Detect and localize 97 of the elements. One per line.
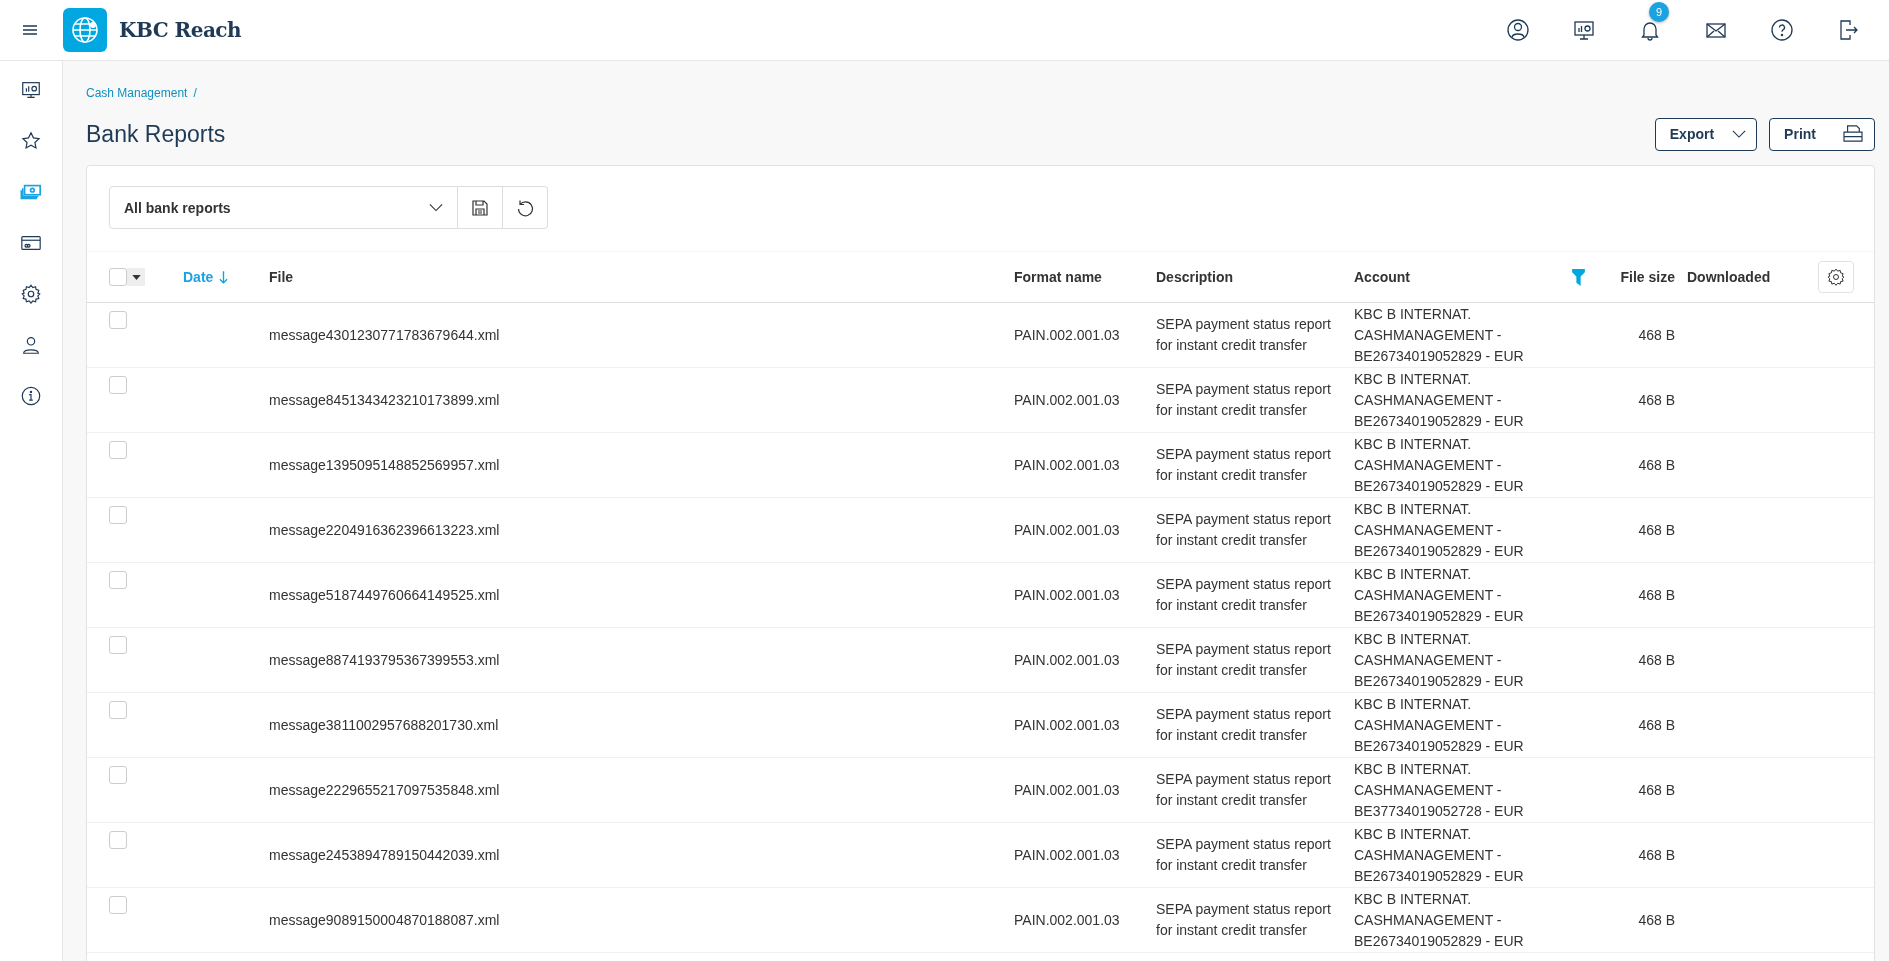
- filter-icon[interactable]: [1572, 268, 1585, 286]
- sort-arrow-icon: [219, 270, 229, 284]
- file-size: 468 B: [1638, 717, 1675, 733]
- description-text: SEPA payment status report for instant credit transfer: [1156, 835, 1332, 875]
- info-icon[interactable]: [20, 385, 42, 407]
- format-name: PAIN.002.001.03: [1014, 457, 1120, 473]
- dashboard-icon[interactable]: [1572, 18, 1596, 42]
- format-name: PAIN.002.001.03: [1014, 327, 1120, 343]
- export-button[interactable]: Export: [1654, 117, 1758, 151]
- save-button[interactable]: [458, 186, 503, 229]
- file-size: 468 B: [1638, 912, 1675, 928]
- account-text: KBC B INTERNAT. CASHMANAGEMENT - BE26734019052829 - EUR: [1354, 369, 1524, 431]
- row-checkbox[interactable]: [109, 506, 127, 524]
- globe-logo-icon[interactable]: [63, 8, 107, 52]
- page-title: Bank Reports: [86, 120, 227, 148]
- file-size: 468 B: [1638, 457, 1675, 473]
- view-select[interactable]: All bank reports: [109, 186, 458, 229]
- file-name[interactable]: message8874193795367399553.xml: [269, 652, 500, 668]
- description-text: SEPA payment status report for instant credit transfer: [1156, 445, 1332, 485]
- row-checkbox[interactable]: [109, 311, 127, 329]
- user-icon[interactable]: [20, 334, 42, 356]
- account-text: KBC B INTERNAT. CASHMANAGEMENT - BE26734019052829 - EUR: [1354, 434, 1524, 496]
- description-text: SEPA payment status report for instant credit transfer: [1156, 380, 1332, 420]
- description-text: SEPA payment status report for instant credit transfer: [1156, 315, 1332, 355]
- file-name[interactable]: message8451343423210173899.xml: [269, 392, 500, 408]
- column-header[interactable]: File: [269, 269, 294, 285]
- format-name: PAIN.002.001.03: [1014, 717, 1120, 733]
- user-icon[interactable]: [1506, 18, 1530, 42]
- description-text: SEPA payment status report for instant credit transfer: [1156, 705, 1332, 745]
- reset-button[interactable]: [503, 186, 548, 229]
- breadcrumb-separator: /: [193, 86, 197, 100]
- format-name: PAIN.002.001.03: [1014, 652, 1120, 668]
- account-text: KBC B INTERNAT. CASHMANAGEMENT - BE37734019052728 - EUR: [1354, 759, 1524, 821]
- row-checkbox[interactable]: [109, 571, 127, 589]
- file-name[interactable]: message4301230771783679644.xml: [269, 327, 500, 343]
- gear-icon: [1826, 267, 1846, 287]
- dashboard-icon[interactable]: [20, 79, 42, 101]
- description-text: SEPA payment status report for instant credit transfer: [1156, 510, 1332, 550]
- settings-icon[interactable]: [20, 283, 42, 305]
- account-text: KBC B INTERNAT. CASHMANAGEMENT - BE26734019052829 - EUR: [1354, 564, 1524, 626]
- description-text: SEPA payment status report for instant credit transfer: [1156, 770, 1332, 810]
- row-checkbox[interactable]: [109, 896, 127, 914]
- select-menu-button[interactable]: [127, 268, 145, 286]
- file-name[interactable]: message3811002957688201730.xml: [269, 717, 499, 733]
- table-settings-button[interactable]: [1818, 261, 1854, 293]
- file-name[interactable]: message5187449760664149525.xml: [269, 587, 500, 603]
- description-text: SEPA payment status report for instant credit transfer: [1156, 575, 1332, 615]
- app-name: KBC Reach: [119, 18, 242, 42]
- account-text: KBC B INTERNAT. CASHMANAGEMENT - BE26734019052829 - EUR: [1354, 499, 1524, 561]
- file-name[interactable]: message1395095148852569957.xml: [269, 457, 500, 473]
- format-name: PAIN.002.001.03: [1014, 912, 1120, 928]
- format-name: PAIN.002.001.03: [1014, 522, 1120, 538]
- row-checkbox[interactable]: [109, 636, 127, 654]
- row-checkbox[interactable]: [109, 766, 127, 784]
- file-size: 468 B: [1638, 392, 1675, 408]
- account-text: KBC B INTERNAT. CASHMANAGEMENT - BE26734019052829 - EUR: [1354, 889, 1524, 951]
- row-checkbox[interactable]: [109, 701, 127, 719]
- chevron-down-icon: [1732, 129, 1747, 139]
- star-icon[interactable]: [20, 130, 42, 152]
- file-name[interactable]: message2229655217097535848.xml: [269, 782, 500, 798]
- format-name: PAIN.002.001.03: [1014, 392, 1120, 408]
- file-size: 468 B: [1638, 847, 1675, 863]
- account-text: KBC B INTERNAT. CASHMANAGEMENT - BE26734019052829 - EUR: [1354, 694, 1524, 756]
- column-header[interactable]: File size: [1620, 269, 1675, 285]
- description-text: SEPA payment status report for instant credit transfer: [1156, 640, 1332, 680]
- file-name[interactable]: message2453894789150442039.xml: [269, 847, 500, 863]
- row-checkbox[interactable]: [109, 376, 127, 394]
- row-checkbox[interactable]: [109, 831, 127, 849]
- column-header[interactable]: Downloaded: [1687, 269, 1771, 285]
- help-icon[interactable]: [1770, 18, 1794, 42]
- column-header[interactable]: Description: [1156, 269, 1233, 285]
- format-name: PAIN.002.001.03: [1014, 782, 1120, 798]
- file-size: 468 B: [1638, 587, 1675, 603]
- menu-icon[interactable]: [23, 25, 37, 35]
- account-text: KBC B INTERNAT. CASHMANAGEMENT - BE26734019052829 - EUR: [1354, 304, 1524, 366]
- column-header[interactable]: Format name: [1014, 269, 1102, 285]
- print-button[interactable]: Print: [1769, 117, 1875, 151]
- row-checkbox[interactable]: [109, 441, 127, 459]
- chevron-down-icon: [429, 203, 443, 212]
- format-name: PAIN.002.001.03: [1014, 847, 1120, 863]
- file-name[interactable]: message9089150004870188087.xml: [269, 912, 500, 928]
- printer-icon: [1842, 125, 1864, 143]
- notification-badge: 9: [1649, 2, 1669, 22]
- account-text: KBC B INTERNAT. CASHMANAGEMENT - BE26734019052829 - EUR: [1354, 824, 1524, 886]
- select-all-checkbox[interactable]: [109, 268, 127, 286]
- file-size: 468 B: [1638, 782, 1675, 798]
- description-text: SEPA payment status report for instant credit transfer: [1156, 900, 1332, 940]
- file-size: 468 B: [1638, 522, 1675, 538]
- column-header[interactable]: Account: [1354, 269, 1410, 285]
- account-text: KBC B INTERNAT. CASHMANAGEMENT - BE26734019052829 - EUR: [1354, 629, 1524, 691]
- caret-icon: [131, 274, 141, 280]
- save-icon: [470, 197, 490, 218]
- file-size: 468 B: [1638, 652, 1675, 668]
- format-name: PAIN.002.001.03: [1014, 587, 1120, 603]
- file-name[interactable]: message2204916362396613223.xml: [269, 522, 500, 538]
- breadcrumb-link[interactable]: Cash Management: [86, 86, 188, 100]
- file-size: 468 B: [1638, 327, 1675, 343]
